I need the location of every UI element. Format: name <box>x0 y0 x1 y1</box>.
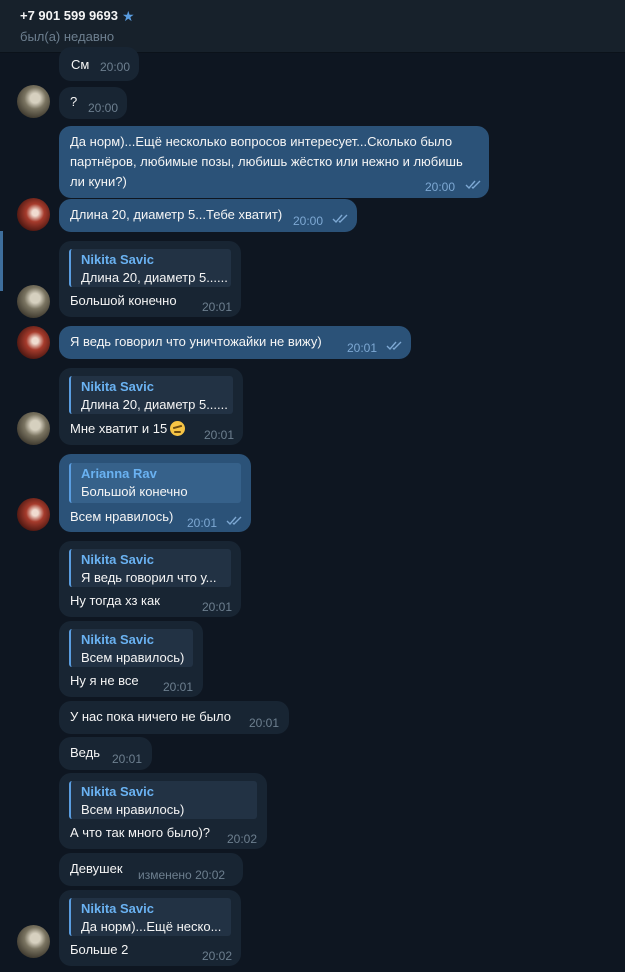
message-time: 20:02 <box>227 832 258 846</box>
contact-name-row[interactable]: +7 901 599 9693 ★ <box>20 8 135 23</box>
message-text: ? <box>70 94 78 109</box>
message-time: 20:00 <box>100 60 131 74</box>
message-bubble[interactable]: Nikita Savic Я ведь говорил что у... Ну … <box>59 541 241 617</box>
reply-quote[interactable]: Nikita Savic Я ведь говорил что у... <box>69 549 231 587</box>
message-time: 20:01 <box>202 300 233 314</box>
avatar[interactable] <box>17 925 50 958</box>
double-check-icon <box>332 214 348 224</box>
message-text: А что так много было)? <box>70 825 210 840</box>
reply-text: Длина 20, диаметр 5...... <box>81 270 228 285</box>
message-time: 20:02 <box>202 949 233 963</box>
message-bubble[interactable]: Ведь 20:01 <box>59 737 152 770</box>
message-time: 20:01 <box>187 516 218 530</box>
reply-text: Большой конечно <box>81 484 188 499</box>
reply-text: Длина 20, диаметр 5...... <box>81 397 228 412</box>
reply-author: Nikita Savic <box>81 252 154 267</box>
contact-status: был(а) недавно <box>20 29 115 44</box>
message-time: 20:00 <box>88 101 119 115</box>
avatar[interactable] <box>17 85 50 118</box>
contact-name[interactable]: +7 901 599 9693 <box>20 8 118 23</box>
message-time: 20:01 <box>347 341 378 355</box>
avatar[interactable] <box>17 326 50 359</box>
avatar[interactable] <box>17 498 50 531</box>
reply-author: Nikita Savic <box>81 901 154 916</box>
reply-author: Arianna Rav <box>81 466 157 481</box>
message-bubble[interactable]: У нас пока ничего не было 20:01 <box>59 701 289 734</box>
message-text: Я ведь говорил что уничтожайки не вижу) <box>70 334 322 349</box>
message-time: 20:00 <box>425 180 456 194</box>
reply-author: Nikita Savic <box>81 784 154 799</box>
rolling-eyes-emoji <box>170 421 186 436</box>
avatar[interactable] <box>17 198 50 231</box>
avatar[interactable] <box>17 285 50 318</box>
message-bubble[interactable]: Я ведь говорил что уничтожайки не вижу) … <box>59 326 411 359</box>
message-time: изменено 20:02 <box>138 868 226 882</box>
message-bubble[interactable]: Nikita Savic Длина 20, диаметр 5...... Б… <box>59 241 241 317</box>
chat-header[interactable]: +7 901 599 9693 ★ был(а) недавно <box>0 0 625 53</box>
reply-text: Всем нравилось) <box>81 650 185 665</box>
message-text: Больше 2 <box>70 942 129 957</box>
message-time: 20:01 <box>202 600 233 614</box>
message-bubble[interactable]: См 20:00 <box>59 47 139 81</box>
message-bubble[interactable]: Да норм)...Ещё несколько вопросов интере… <box>59 126 489 198</box>
reply-quote[interactable]: Nikita Savic Всем нравилось) <box>69 781 257 819</box>
double-check-icon <box>226 516 242 526</box>
reply-text: Всем нравилось) <box>81 802 185 817</box>
message-text: Длина 20, диаметр 5...Тебе хватит) <box>70 207 283 222</box>
message-text: Ну тогда хз как <box>70 593 160 608</box>
reply-text: Да норм)...Ещё неско... <box>81 919 222 934</box>
message-text: Ну я не все <box>70 673 139 688</box>
star-icon: ★ <box>121 7 135 24</box>
reply-quote[interactable]: Nikita Savic Да норм)...Ещё неско... <box>69 898 231 936</box>
message-bubble[interactable]: Девушек изменено 20:02 <box>59 853 243 886</box>
message-text: См <box>71 57 90 72</box>
message-bubble[interactable]: Nikita Savic Да норм)...Ещё неско... Бол… <box>59 890 241 966</box>
message-bubble[interactable]: Длина 20, диаметр 5...Тебе хватит) 20:00 <box>59 199 357 232</box>
message-text: Да норм)...Ещё несколько вопросов интере… <box>70 134 463 189</box>
message-text: Мне хватит и 15 <box>70 421 168 436</box>
message-text: Всем нравилось) <box>70 509 174 524</box>
message-time: 20:01 <box>249 716 280 730</box>
message-time: 20:00 <box>293 214 324 228</box>
message-text: Девушек <box>70 861 123 876</box>
message-list[interactable]: См 20:00 ? 20:00 Да норм)...Ещё нескольк… <box>0 47 625 972</box>
reply-quote[interactable]: Nikita Savic Длина 20, диаметр 5...... <box>69 249 231 287</box>
message-text: Ведь <box>70 745 100 760</box>
message-text-row: Мне хватит и 15 <box>70 419 186 439</box>
reply-quote[interactable]: Nikita Savic Всем нравилось) <box>69 629 193 667</box>
message-time: 20:01 <box>163 680 194 694</box>
message-time: 20:01 <box>204 428 235 442</box>
message-bubble[interactable]: ? 20:00 <box>59 87 127 119</box>
reply-author: Nikita Savic <box>81 552 154 567</box>
message-bubble[interactable]: Nikita Savic Длина 20, диаметр 5...... М… <box>59 368 243 445</box>
reply-author: Nikita Savic <box>81 632 154 647</box>
reply-text: Я ведь говорил что у... <box>81 570 217 585</box>
reply-quote[interactable]: Nikita Savic Длина 20, диаметр 5...... <box>69 376 233 414</box>
reply-quote[interactable]: Arianna Rav Большой конечно <box>69 463 241 503</box>
message-text: У нас пока ничего не было <box>70 709 231 724</box>
message-bubble[interactable]: Nikita Savic Всем нравилось) Ну я не все… <box>59 621 203 697</box>
selection-indicator <box>0 231 3 291</box>
message-text: Большой конечно <box>70 293 177 308</box>
double-check-icon <box>465 180 481 190</box>
message-time: 20:01 <box>112 752 143 766</box>
double-check-icon <box>386 341 402 351</box>
reply-author: Nikita Savic <box>81 379 154 394</box>
message-bubble[interactable]: Arianna Rav Большой конечно Всем нравило… <box>59 454 251 532</box>
avatar[interactable] <box>17 412 50 445</box>
message-bubble[interactable]: Nikita Savic Всем нравилось) А что так м… <box>59 773 267 849</box>
